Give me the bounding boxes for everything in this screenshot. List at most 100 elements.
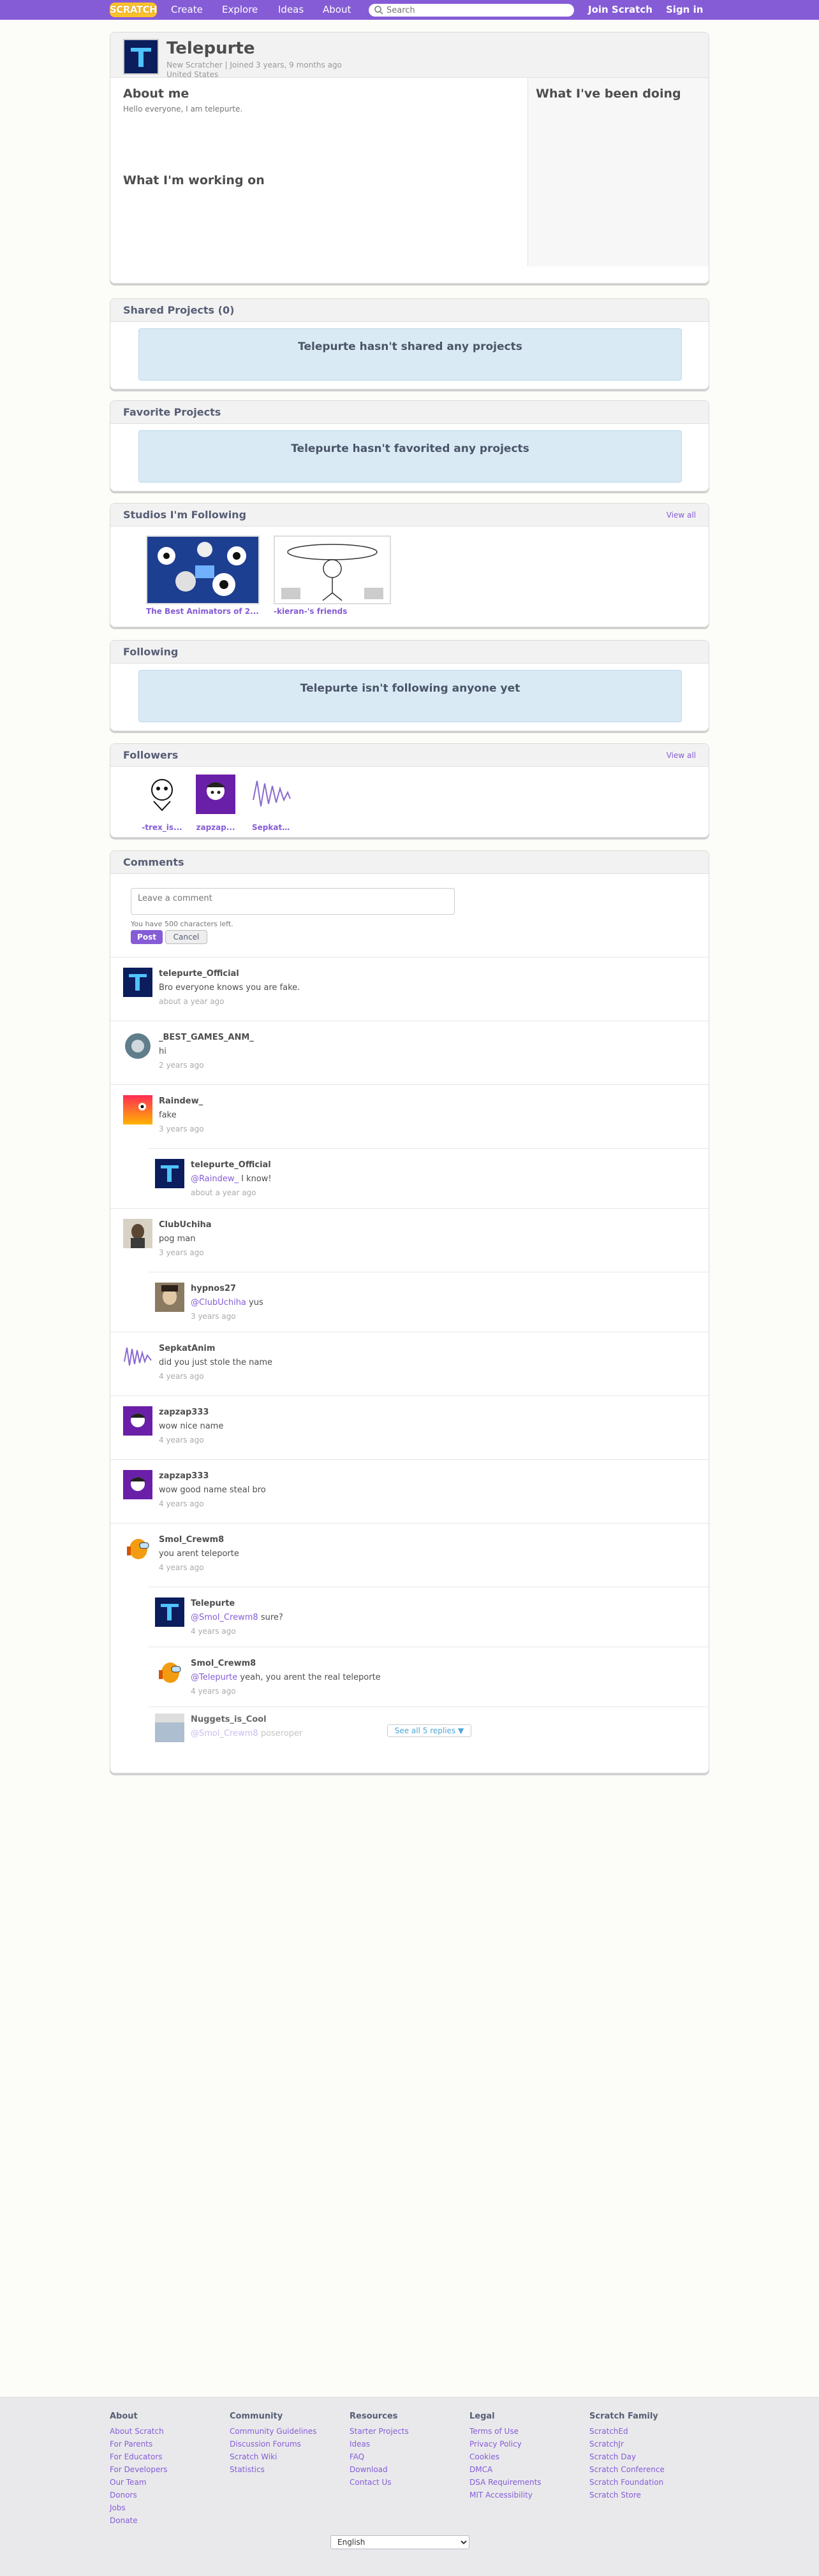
commenter-avatar[interactable] <box>155 1597 184 1627</box>
search-box[interactable] <box>369 4 574 17</box>
studio-name[interactable]: -kieran-'s friends <box>274 607 391 616</box>
footer-link[interactable]: For Parents <box>110 2438 225 2450</box>
followers-view-all-link[interactable]: View all <box>667 744 696 767</box>
footer-link[interactable]: For Developers <box>110 2463 225 2476</box>
studios-view-all-link[interactable]: View all <box>667 504 696 527</box>
comment-author[interactable]: zapzap333 <box>159 1408 209 1417</box>
comment: Smol_Crewm8 you arent teleporte 4 years … <box>110 1523 709 1587</box>
footer-link[interactable]: DSA Requirements <box>469 2476 584 2489</box>
footer-link[interactable]: Contact Us <box>350 2476 464 2489</box>
comment-author[interactable]: hypnos27 <box>191 1284 236 1293</box>
footer-link[interactable]: Our Team <box>110 2476 225 2489</box>
studio-thumbnail <box>146 535 260 604</box>
comment-author[interactable]: Raindew_ <box>159 1096 203 1106</box>
comment-author[interactable]: Smol_Crewm8 <box>191 1659 256 1668</box>
comment-author[interactable]: Nuggets_is_Cool <box>191 1715 267 1724</box>
comments-title: Comments <box>110 851 709 874</box>
comment-mention[interactable]: @Telepurte <box>191 1673 237 1682</box>
comment-mention[interactable]: @Raindew_ <box>191 1174 239 1184</box>
scratch-logo[interactable]: SCRATCH <box>110 3 158 17</box>
commenter-avatar[interactable] <box>155 1283 184 1312</box>
footer-link[interactable]: Donors <box>110 2489 225 2501</box>
footer-link[interactable]: Discussion Forums <box>230 2438 344 2450</box>
footer-link[interactable]: Donate <box>110 2514 225 2527</box>
footer-column-about: About About Scratch For Parents For Educ… <box>110 2412 225 2527</box>
nav-ideas[interactable]: Ideas <box>278 0 304 20</box>
search-input[interactable] <box>387 4 572 16</box>
comment-mention[interactable]: @Smol_Crewm8 <box>191 1729 258 1738</box>
footer-link[interactable]: Ideas <box>350 2438 464 2450</box>
search-icon <box>374 6 383 15</box>
post-button[interactable]: Post <box>131 930 163 944</box>
comment-mention[interactable]: @Smol_Crewm8 <box>191 1613 258 1622</box>
comment-text: Bro everyone knows you are fake. <box>159 983 300 993</box>
footer-link[interactable]: Privacy Policy <box>469 2438 584 2450</box>
footer-link[interactable]: ScratchEd <box>589 2425 704 2438</box>
comment-text: @Smol_Crewm8 sure? <box>191 1613 283 1622</box>
comment-time: 4 years ago <box>159 1372 204 1381</box>
studio-name[interactable]: The Best Animators of 2... <box>146 607 260 616</box>
nav-create[interactable]: Create <box>171 0 203 20</box>
comment-textarea[interactable] <box>131 888 455 915</box>
comment-author[interactable]: zapzap333 <box>159 1471 209 1481</box>
cancel-button[interactable]: Cancel <box>165 930 207 944</box>
comment-mention[interactable]: @ClubUchiha <box>191 1298 246 1307</box>
commenter-avatar[interactable] <box>123 1534 152 1563</box>
footer-link[interactable]: Scratch Foundation <box>589 2476 704 2489</box>
footer-link[interactable]: Terms of Use <box>469 2425 584 2438</box>
comment-author[interactable]: telepurte_Official <box>159 969 239 979</box>
commenter-avatar[interactable] <box>155 1657 184 1687</box>
comment-author[interactable]: _BEST_GAMES_ANM_ <box>159 1033 254 1042</box>
commenter-avatar[interactable] <box>123 1470 152 1499</box>
comment-text: @Smol_Crewm8 poseroper <box>191 1729 302 1738</box>
nav-about[interactable]: About <box>323 0 351 20</box>
comment-author[interactable]: Telepurte <box>191 1599 235 1608</box>
commenter-avatar[interactable] <box>155 1159 184 1188</box>
comment-time: about a year ago <box>159 997 225 1006</box>
commenter-avatar[interactable] <box>123 1095 152 1124</box>
footer: About About Scratch For Parents For Educ… <box>0 2397 819 2576</box>
nav-explore[interactable]: Explore <box>222 0 258 20</box>
follower-name[interactable]: zapzap... <box>196 823 235 832</box>
see-all-replies-label: See all 5 replies <box>394 1726 456 1735</box>
comment-body: I know! <box>238 1174 272 1184</box>
footer-link[interactable]: Cookies <box>469 2450 584 2463</box>
comment-author[interactable]: SepkatAnim <box>159 1344 215 1353</box>
follower-name[interactable]: -trex_is... <box>137 823 187 832</box>
footer-link[interactable]: DMCA <box>469 2463 584 2476</box>
commenter-avatar[interactable] <box>123 1219 152 1248</box>
footer-link[interactable]: FAQ <box>350 2450 464 2463</box>
join-scratch-link[interactable]: Join Scratch <box>588 0 653 20</box>
see-all-replies-button[interactable]: See all 5 replies ▼ <box>387 1724 471 1737</box>
footer-link[interactable]: About Scratch <box>110 2425 225 2438</box>
footer-column-title: Resources <box>350 2412 398 2421</box>
commenter-avatar[interactable] <box>123 1031 152 1061</box>
footer-link[interactable]: Starter Projects <box>350 2425 464 2438</box>
footer-link[interactable]: For Educators <box>110 2450 225 2463</box>
comment-author[interactable]: telepurte_Official <box>191 1160 271 1170</box>
followers-panel: Followers View all -trex_is... zapzap...… <box>110 743 709 838</box>
what-ive-been-doing-title: What I've been doing <box>536 87 681 101</box>
comment: telepurte_Official Bro everyone knows yo… <box>110 957 709 1021</box>
footer-link[interactable]: Scratch Conference <box>589 2463 704 2476</box>
footer-link[interactable]: MIT Accessibility <box>469 2489 584 2501</box>
commenter-avatar[interactable] <box>123 1406 152 1436</box>
sign-in-link[interactable]: Sign in <box>666 0 703 20</box>
comment-author[interactable]: ClubUchiha <box>159 1220 212 1230</box>
footer-link[interactable]: Download <box>350 2463 464 2476</box>
language-select[interactable]: English <box>330 2535 469 2549</box>
footer-link[interactable]: Scratch Store <box>589 2489 704 2501</box>
follower-name[interactable]: SepkatA... <box>252 823 291 832</box>
comment-body: yeah, you arent the real teleporte <box>237 1673 381 1682</box>
footer-link[interactable]: ScratchJr <box>589 2438 704 2450</box>
commenter-avatar[interactable] <box>123 1343 152 1372</box>
footer-link[interactable]: Statistics <box>230 2463 344 2476</box>
commenter-avatar[interactable] <box>155 1714 184 1742</box>
commenter-avatar[interactable] <box>123 968 152 997</box>
footer-link[interactable]: Jobs <box>110 2501 225 2514</box>
footer-link[interactable]: Scratch Day <box>589 2450 704 2463</box>
comment-body: sure? <box>258 1613 283 1622</box>
comment-author[interactable]: Smol_Crewm8 <box>159 1535 224 1545</box>
footer-link[interactable]: Scratch Wiki <box>230 2450 344 2463</box>
footer-link[interactable]: Community Guidelines <box>230 2425 344 2438</box>
